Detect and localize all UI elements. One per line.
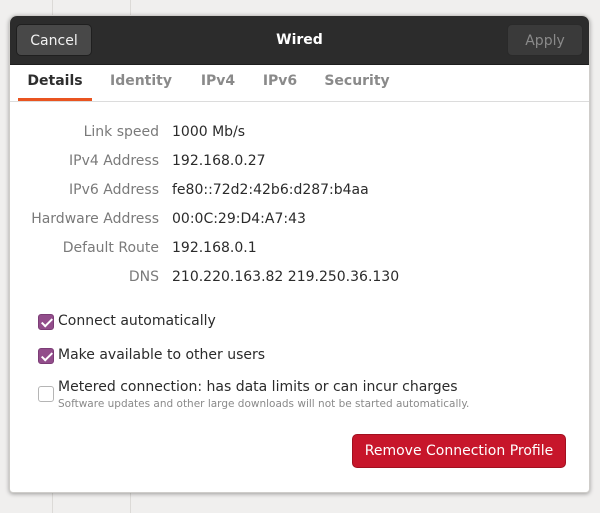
hardware-address-value: 00:0C:29:D4:A7:43 [172,211,306,227]
link-speed-value: 1000 Mb/s [172,124,246,140]
ipv4-address-row: IPv4 Address 192.168.0.27 [10,153,589,173]
ipv4-address-value: 192.168.0.27 [172,153,266,169]
hardware-address-label: Hardware Address [31,211,159,227]
metered-connection-hint: Software updates and other large downloa… [58,398,470,410]
tab-identity[interactable]: Identity [106,65,176,101]
remove-connection-profile-button[interactable]: Remove Connection Profile [352,434,566,468]
dialog-header: Cancel Wired Apply [10,16,589,65]
ipv6-address-row: IPv6 Address fe80::72d2:42b6:d287:b4aa [10,182,589,202]
wired-settings-dialog: Cancel Wired Apply Details Identity IPv4… [9,15,590,493]
default-route-row: Default Route 192.168.0.1 [10,240,589,260]
metered-connection-checkbox[interactable] [38,386,54,402]
tab-ipv4[interactable]: IPv4 [194,65,242,101]
dns-label: DNS [128,269,159,285]
tab-details[interactable]: Details [18,65,92,101]
tab-bar: Details Identity IPv4 IPv6 Security [10,65,589,102]
dns-row: DNS 210.220.163.82 219.250.36.130 [10,269,589,289]
metered-connection-label: Metered connection: has data limits or c… [58,379,458,395]
hardware-address-row: Hardware Address 00:0C:29:D4:A7:43 [10,211,589,231]
default-route-label: Default Route [62,240,159,256]
connect-automatically-label: Connect automatically [58,313,216,329]
ipv4-address-label: IPv4 Address [69,153,159,169]
cancel-button[interactable]: Cancel [16,24,92,56]
connect-automatically-checkbox[interactable] [38,314,54,330]
link-speed-row: Link speed 1000 Mb/s [10,124,589,144]
link-speed-label: Link speed [83,124,159,140]
tab-ipv6[interactable]: IPv6 [256,65,304,101]
available-to-others-label: Make available to other users [58,347,266,363]
dns-value: 210.220.163.82 219.250.36.130 [172,269,400,285]
default-route-value: 192.168.0.1 [172,240,257,256]
ipv6-address-label: IPv6 Address [69,182,159,198]
apply-button[interactable]: Apply [507,24,583,56]
ipv6-address-value: fe80::72d2:42b6:d287:b4aa [172,182,369,198]
available-to-others-checkbox[interactable] [38,348,54,364]
dialog-title: Wired [276,32,323,48]
tab-security[interactable]: Security [322,65,392,101]
